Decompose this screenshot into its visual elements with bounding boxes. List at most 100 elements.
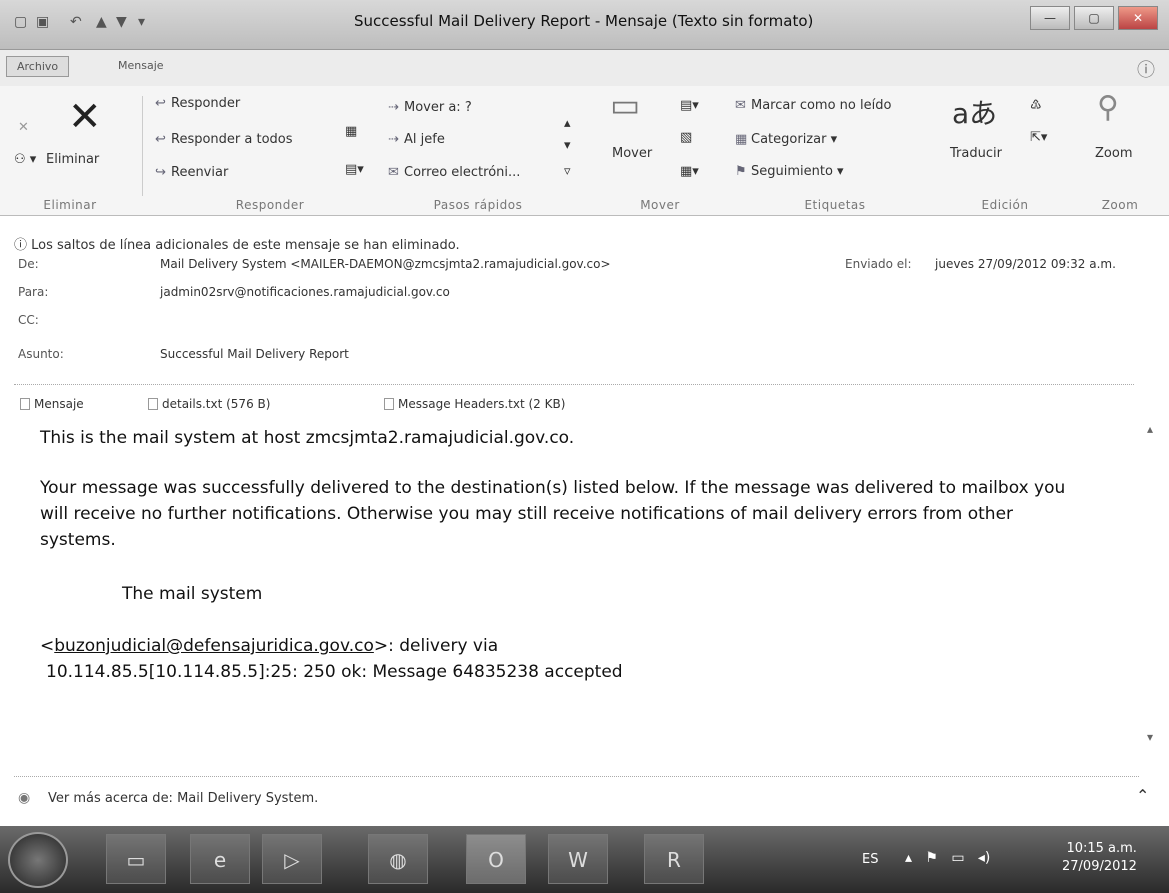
categorize-button[interactable]: ▦ Categorizar ▾ [735, 132, 837, 147]
expand-people-pane-icon[interactable]: ⌃ [1136, 786, 1149, 805]
sent-value: jueves 27/09/2012 09:32 a.m. [935, 257, 1116, 271]
language-indicator[interactable]: ES [862, 852, 878, 867]
delete-button[interactable]: Eliminar [46, 152, 99, 167]
attachment-details[interactable]: details.txt (576 B) [148, 397, 270, 411]
close-button[interactable]: ✕ [1118, 6, 1158, 30]
tab-file[interactable]: Archivo [6, 56, 70, 77]
minimize-button[interactable]: — [1030, 6, 1070, 30]
vertical-scrollbar[interactable]: ▴ ▾ [1143, 420, 1163, 760]
arrow-down-icon[interactable]: ▼ [116, 14, 127, 30]
quick-step-move-to[interactable]: ⇢ Mover a: ? [388, 100, 472, 115]
body-paragraph-line-2: will receive no further notifications. O… [40, 504, 1014, 524]
taskbar-app-r-icon[interactable]: R [644, 834, 704, 884]
to-boss-icon: ⇢ [388, 132, 399, 147]
follow-up-button[interactable]: ⚑ Seguimiento ▾ [735, 164, 844, 179]
from-label: De: [18, 257, 39, 271]
zoom-icon[interactable]: ⚲ [1097, 90, 1119, 125]
ignore-icon[interactable]: ✕ [18, 120, 29, 135]
taskbar-outlook-icon[interactable]: O [466, 834, 526, 884]
group-label-move: Mover [640, 198, 680, 212]
addr-open: < [40, 636, 55, 656]
categorize-label: Categorizar [751, 132, 827, 147]
people-pane-text[interactable]: Ver más acerca de: Mail Delivery System. [48, 791, 318, 806]
taskbar-ie-icon[interactable]: e [190, 834, 250, 884]
tab-message[interactable]: Mensaje [108, 56, 174, 75]
attachment-message-label: Mensaje [34, 397, 84, 411]
quick-steps-scroll-down-icon[interactable]: ▾ [564, 138, 571, 153]
info-bar[interactable]: ⓘ Los saltos de línea adicionales de est… [14, 234, 460, 253]
maximize-button[interactable]: ▢ [1074, 6, 1114, 30]
body-recipient-line: <buzonjudicial@defensajuridica.gov.co>: … [40, 634, 498, 659]
arrow-up-icon[interactable]: ▲ [96, 14, 107, 30]
select-icon[interactable]: ⇱▾ [1030, 130, 1047, 145]
body-paragraph-line-3: systems. [40, 530, 116, 550]
sent-label: Enviado el: [845, 257, 912, 271]
onenote-icon[interactable]: ▧ [680, 130, 692, 145]
more-respond-icon[interactable]: ▤▾ [345, 162, 364, 177]
attachment-headers[interactable]: Message Headers.txt (2 KB) [384, 397, 565, 411]
quick-step-email[interactable]: ✉ Correo electróni... [388, 165, 520, 180]
reply-label: Responder [171, 96, 241, 111]
translate-icon[interactable]: aあ [952, 92, 997, 132]
clock[interactable]: 10:15 a.m. 27/09/2012 [1062, 840, 1137, 876]
save-icon[interactable]: ▣ [36, 14, 49, 30]
system-tray: ▴ ⚑ ▭ ◂) [905, 850, 990, 866]
translate-button[interactable]: Traducir [950, 146, 1002, 161]
group-label-zoom: Zoom [1101, 198, 1139, 212]
reply-all-button[interactable]: ↩ Responder a todos [155, 132, 293, 147]
header-divider [14, 384, 1134, 385]
taskbar-word-icon[interactable]: W [548, 834, 608, 884]
volume-icon[interactable]: ◂) [978, 850, 991, 866]
tray-expand-icon[interactable]: ▴ [905, 850, 912, 866]
reply-all-label: Responder a todos [171, 132, 293, 147]
group-zoom: ⚲ Zoom Zoom [1075, 86, 1165, 216]
email-icon: ✉ [388, 165, 399, 180]
attachment-message[interactable]: Mensaje [20, 397, 84, 411]
group-quick-steps: ⇢ Mover a: ? ⇢ Al jefe ✉ Correo electróni..… [378, 86, 578, 216]
zoom-button[interactable]: Zoom [1095, 146, 1132, 161]
text-file-icon [148, 398, 158, 410]
outlook-window-icon[interactable]: ▢ [14, 14, 27, 30]
scroll-up-arrow-icon[interactable]: ▴ [1147, 422, 1153, 436]
group-tags: ✉ Marcar como no leído ▦ Categorizar ▾ ⚑ Se… [735, 86, 935, 216]
to-value[interactable]: jadmin02srv@notificaciones.ramajudicial.… [160, 285, 450, 299]
undo-icon[interactable]: ↶ [70, 14, 82, 30]
find-icon[interactable]: ♳ [1030, 98, 1042, 113]
scroll-down-arrow-icon[interactable]: ▾ [1147, 730, 1153, 744]
move-icon[interactable]: ▭ [610, 86, 640, 124]
reply-button[interactable]: ↩ Responder [155, 96, 240, 111]
network-icon[interactable]: ▭ [951, 850, 964, 866]
forward-button[interactable]: ↪ Reenviar [155, 165, 228, 180]
quick-steps-scroll-up-icon[interactable]: ▴ [564, 116, 571, 131]
follow-up-label: Seguimiento [751, 164, 833, 179]
taskbar: ▭ e ▷ ◍ O W R ES ▴ ⚑ ▭ ◂) 10:15 a.m. 27/… [0, 826, 1169, 893]
junk-icon[interactable]: ⚇ ▾ [14, 152, 36, 167]
quick-steps-more-icon[interactable]: ▿ [564, 164, 571, 179]
quick-step-to-boss[interactable]: ⇢ Al jefe [388, 132, 445, 147]
delete-icon[interactable]: ✕ [68, 94, 102, 140]
from-value[interactable]: Mail Delivery System <MAILER-DAEMON@zmcs… [160, 257, 611, 271]
forward-label: Reenviar [171, 165, 229, 180]
group-label-tags: Etiquetas [804, 198, 866, 212]
help-icon[interactable]: ⓘ [1137, 56, 1155, 82]
start-button[interactable] [8, 832, 68, 888]
rules-icon[interactable]: ▤▾ [680, 98, 699, 113]
group-label-editing: Edición [981, 198, 1029, 212]
group-delete: ✕ ✕ ⚇ ▾ Eliminar Eliminar [0, 86, 140, 216]
taskbar-app-icon[interactable]: ◍ [368, 834, 428, 884]
subject-value: Successful Mail Delivery Report [160, 347, 349, 361]
mark-unread-button[interactable]: ✉ Marcar como no leído [735, 98, 891, 113]
move-button[interactable]: Mover [612, 146, 652, 161]
info-icon: ⓘ [14, 238, 28, 253]
meeting-reply-icon[interactable]: ▦ [345, 124, 357, 139]
body-paragraph-line-1: Your message was successfully delivered … [40, 478, 1066, 498]
recipient-email-link[interactable]: buzonjudicial@defensajuridica.gov.co [54, 636, 374, 656]
reply-all-icon: ↩ [155, 132, 166, 147]
action-center-flag-icon[interactable]: ⚑ [925, 850, 938, 866]
taskbar-explorer-icon[interactable]: ▭ [106, 834, 166, 884]
actions-icon[interactable]: ▦▾ [680, 164, 699, 179]
text-file-icon [384, 398, 394, 410]
taskbar-media-player-icon[interactable]: ▷ [262, 834, 322, 884]
categorize-icon: ▦ [735, 132, 748, 147]
customize-quick-access-icon[interactable]: ▾ [138, 14, 145, 30]
